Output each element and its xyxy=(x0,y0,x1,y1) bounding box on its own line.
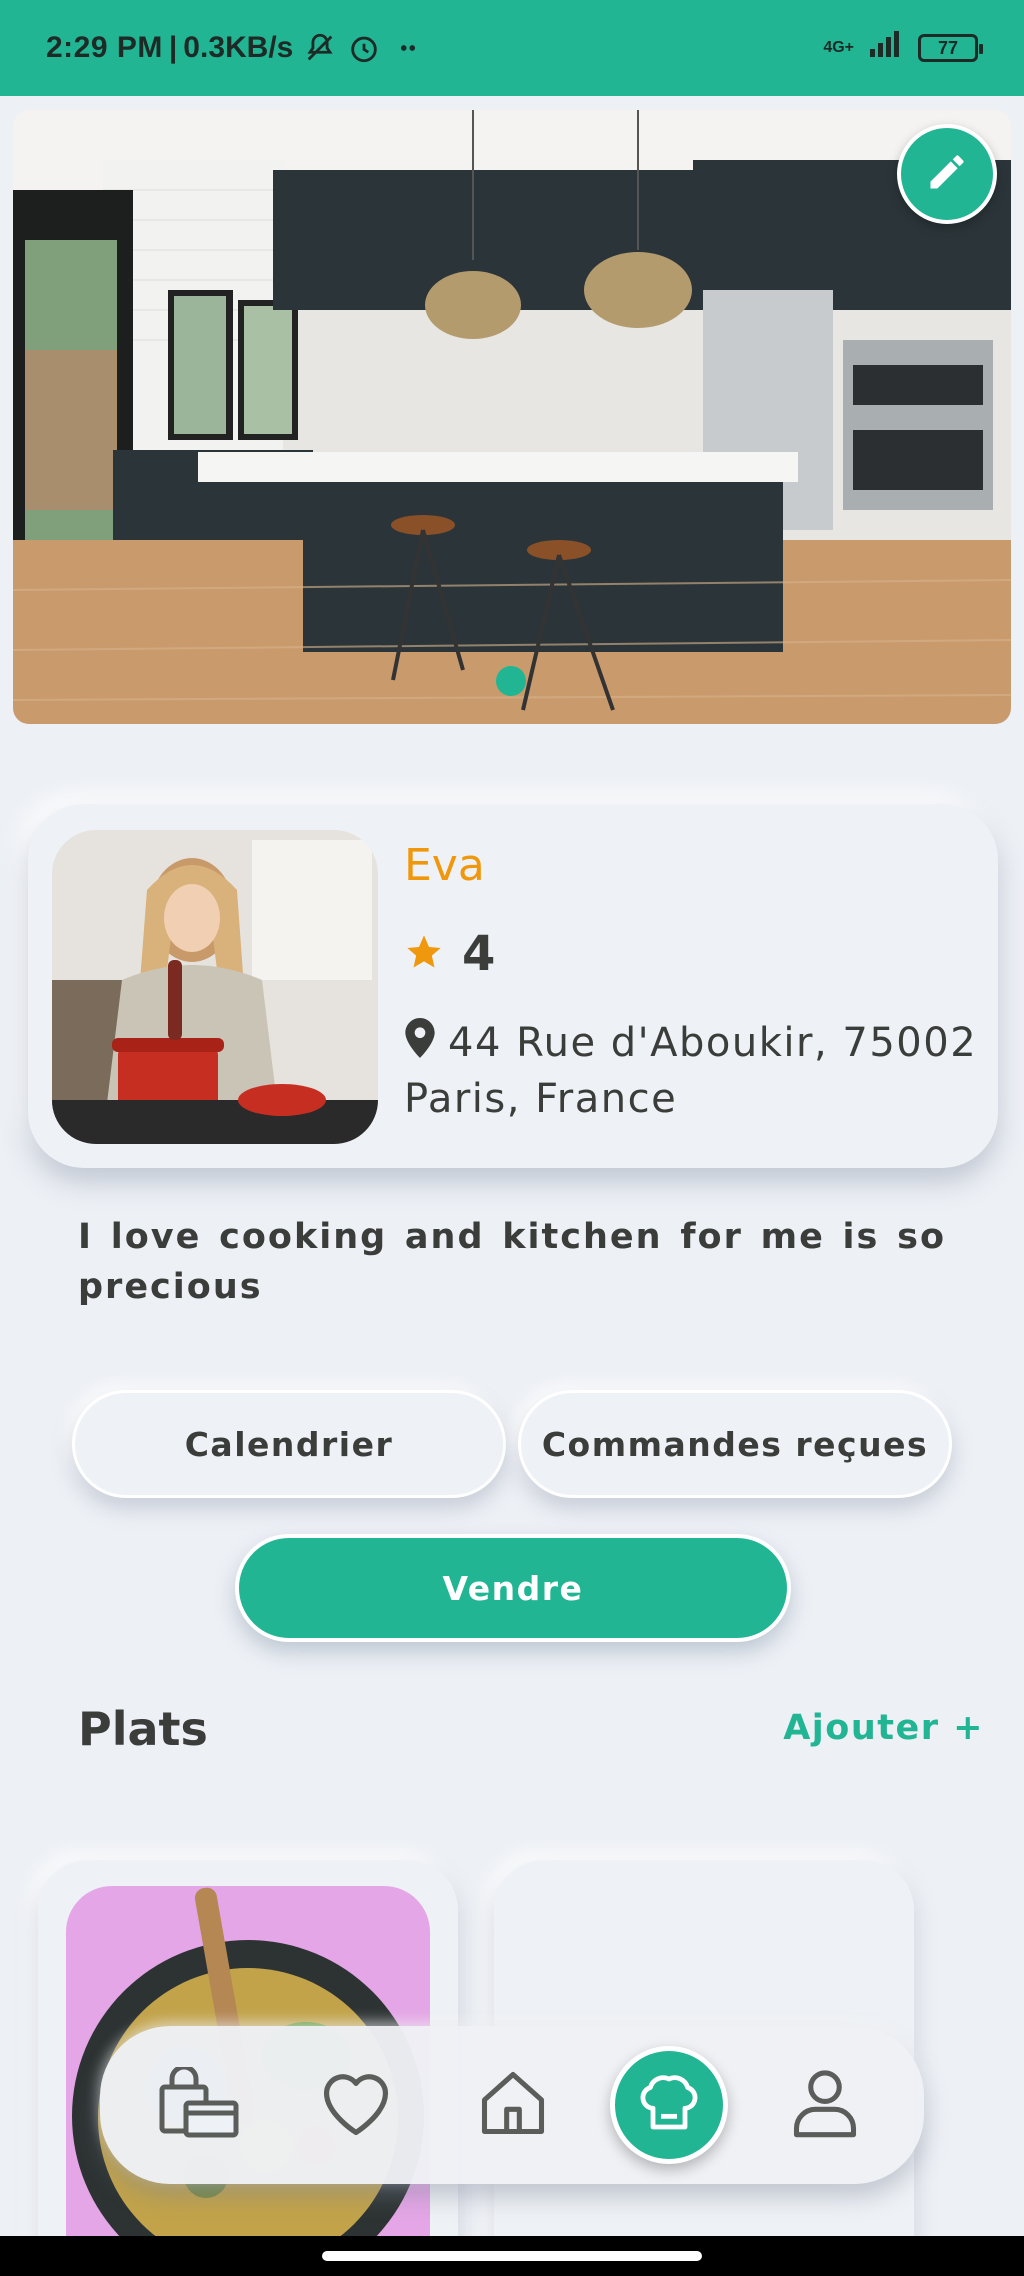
received-orders-button[interactable]: Commandes reçues xyxy=(518,1390,952,1498)
edit-cover-button[interactable] xyxy=(897,124,997,224)
chef-profile-card: Eva 4 44 Rue d'Aboukir, 75002 Paris, Fra… xyxy=(28,804,998,1168)
sell-button[interactable]: Vendre xyxy=(235,1534,791,1642)
kitchen-cover-photo xyxy=(13,110,1011,724)
address: 44 Rue d'Aboukir, 75002 Paris, France xyxy=(404,1016,984,1126)
signal-icon xyxy=(868,29,904,67)
rating: 4 xyxy=(404,926,495,982)
add-dish-link[interactable]: Ajouter + xyxy=(783,1708,984,1748)
chef-bio: I love cooking and kitchen for me is so … xyxy=(78,1217,946,1307)
chef-name: Eva xyxy=(404,840,485,891)
more-dots-icon xyxy=(391,31,425,65)
rating-value: 4 xyxy=(462,926,496,982)
carousel-dot[interactable] xyxy=(496,666,526,696)
battery-level: 77 xyxy=(937,37,959,58)
pencil-icon xyxy=(925,150,969,198)
nav-home[interactable] xyxy=(453,2045,573,2165)
nav-chef[interactable] xyxy=(610,2046,729,2164)
calendar-button[interactable]: Calendrier xyxy=(72,1390,506,1498)
location-pin-icon xyxy=(404,1018,436,1072)
nav-shop[interactable] xyxy=(139,2045,259,2165)
user-icon xyxy=(787,2063,863,2147)
chef-avatar xyxy=(52,830,378,1144)
status-speed: 0.3KB/s xyxy=(183,31,294,64)
battery-icon: 77 xyxy=(918,34,983,62)
heart-icon xyxy=(316,2067,396,2143)
star-icon xyxy=(404,932,444,976)
dishes-section-title: Plats xyxy=(78,1702,208,1756)
status-time: 2:29 PM xyxy=(46,31,163,64)
address-text: 44 Rue d'Aboukir, 75002 Paris, France xyxy=(404,1020,978,1122)
nav-profile[interactable] xyxy=(765,2045,885,2165)
status-bar: 2:29 PM | 0.3KB/s 4G+ 77 xyxy=(0,0,1024,96)
shop-bag-icon xyxy=(158,2064,240,2143)
alarm-icon xyxy=(347,31,381,65)
chef-hat-icon xyxy=(637,2071,701,2139)
mute-icon xyxy=(303,31,337,65)
home-gesture-bar[interactable] xyxy=(322,2251,702,2261)
network-label: 4G+ xyxy=(823,39,854,56)
home-icon xyxy=(474,2065,552,2145)
bottom-navigation xyxy=(100,2026,924,2184)
nav-favorites[interactable] xyxy=(296,2045,416,2165)
